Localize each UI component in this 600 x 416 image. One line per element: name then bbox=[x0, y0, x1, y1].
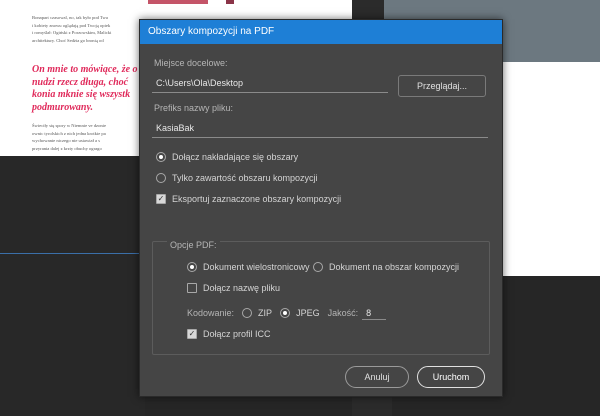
doc-line: Świeciły się spory w Niemnie ve dzonie bbox=[32, 123, 106, 128]
quote-line: nudzi rzecz długa, choć bbox=[32, 76, 129, 88]
dialog-title: Obszary kompozycji na PDF bbox=[140, 20, 502, 44]
option-export-selected[interactable]: ✓ Eksportuj zaznaczone obszary kompozycj… bbox=[156, 194, 341, 204]
document-quote: On mnie to mówiące, że o nudzi rzecz dłu… bbox=[32, 64, 144, 114]
quote-line: On mnie to mówiące, że o bbox=[32, 64, 138, 75]
document-photo bbox=[148, 0, 208, 4]
zip-label: ZIP bbox=[258, 308, 273, 318]
radio-unselected-icon[interactable] bbox=[313, 262, 323, 272]
option-per-artboard[interactable]: Dokument na obszar kompozycji bbox=[313, 262, 459, 272]
option-include-icc[interactable]: ✓ Dołącz profil ICC bbox=[187, 329, 271, 339]
checkbox-checked-icon[interactable]: ✓ bbox=[156, 194, 166, 204]
canvas-guide-line bbox=[0, 253, 145, 254]
doc-line: i romyślał: Ogiński z Porzowskim, Malick… bbox=[32, 30, 112, 36]
pdf-options-title: Opcje PDF: bbox=[167, 240, 220, 250]
option-label: Dokument wielostronicowy bbox=[203, 262, 310, 272]
artboards-to-pdf-dialog: Obszary kompozycji na PDF Miejsce docelo… bbox=[139, 19, 503, 397]
option-label: Dołącz nakładające się obszary bbox=[172, 152, 299, 162]
option-only-content[interactable]: Tylko zawartość obszaru kompozycji bbox=[156, 173, 318, 183]
cancel-button[interactable]: Anuluj bbox=[345, 366, 409, 388]
checkbox-unchecked-icon[interactable] bbox=[187, 283, 197, 293]
destination-field[interactable]: C:\Users\Ola\Desktop bbox=[152, 73, 388, 93]
document-paragraph-1: Bonapart czasowal, no, tak było pod Twa … bbox=[32, 14, 142, 44]
canvas-lower-area bbox=[0, 156, 145, 416]
option-label: Eksportuj zaznaczone obszary kompozycji bbox=[172, 194, 342, 204]
quality-input[interactable]: 8 bbox=[362, 306, 387, 320]
quality-label: Jakość: bbox=[327, 308, 359, 318]
doc-line: architektury. Choć Sedżia go bronią od bbox=[32, 37, 104, 43]
quote-line: podmurowany. bbox=[32, 101, 94, 113]
jpeg-label: JPEG bbox=[296, 308, 320, 318]
option-label: Dokument na obszar kompozycji bbox=[329, 262, 460, 272]
option-label: Dołącz profil ICC bbox=[203, 329, 271, 339]
encoding-row: Kodowanie: ZIP JPEG Jakość: 8 bbox=[187, 306, 387, 320]
radio-unselected-icon[interactable] bbox=[156, 173, 166, 183]
document-paragraph-2: Świeciły się spory w Niemnie ve dzonie o… bbox=[32, 122, 142, 152]
option-include-overlapping[interactable]: Dołącz nakładające się obszary bbox=[156, 152, 298, 162]
radio-zip-icon[interactable] bbox=[242, 308, 253, 318]
radio-jpeg-icon[interactable] bbox=[280, 308, 291, 318]
destination-label: Miejsce docelowe: bbox=[154, 58, 228, 68]
quote-line: konia mknie się wszystk bbox=[32, 89, 131, 100]
doc-line: przyrania dalej z krzty obuchy ogrago bbox=[32, 145, 102, 151]
option-include-filename[interactable]: Dołącz nazwę pliku bbox=[187, 283, 280, 293]
document-photo-accent bbox=[226, 0, 234, 4]
doc-line: i kobiety znowu oglądają pod Twoją opiek bbox=[32, 22, 111, 28]
doc-line: Bonapart czasowal, no, tak było pod Twa bbox=[32, 15, 108, 20]
pdf-options-group: Opcje PDF: Dokument wielostronicowy Doku… bbox=[152, 240, 490, 355]
prefix-field[interactable]: KasiaBak bbox=[152, 118, 488, 138]
option-multipage[interactable]: Dokument wielostronicowy bbox=[187, 262, 310, 272]
encoding-label: Kodowanie: bbox=[187, 308, 235, 318]
option-label: Dołącz nazwę pliku bbox=[203, 283, 281, 293]
radio-selected-icon[interactable] bbox=[156, 152, 166, 162]
option-label: Tylko zawartość obszaru kompozycji bbox=[172, 173, 318, 183]
radio-selected-icon[interactable] bbox=[187, 262, 197, 272]
checkbox-checked-icon[interactable]: ✓ bbox=[187, 329, 197, 339]
prefix-label: Prefiks nazwy pliku: bbox=[154, 103, 234, 113]
browse-button[interactable]: Przeglądaj... bbox=[398, 75, 486, 97]
doc-line: ownic tyrolskich z nich jedna krotkie pa bbox=[32, 130, 106, 136]
run-button[interactable]: Uruchom bbox=[417, 366, 485, 388]
doc-line: wychowanie niczego nie ustawiał a s bbox=[32, 138, 100, 144]
